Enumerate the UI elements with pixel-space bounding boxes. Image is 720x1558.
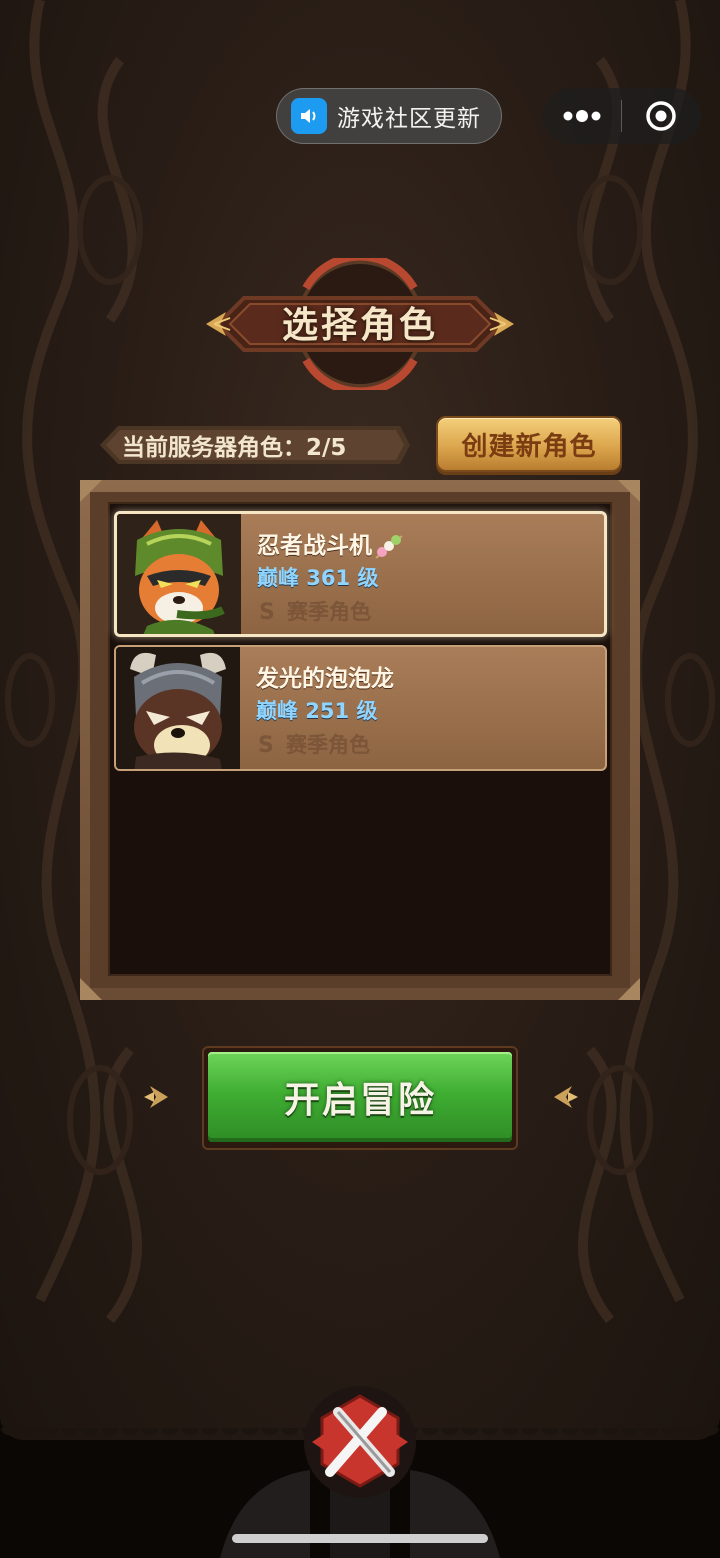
svg-text:S: S	[259, 600, 275, 623]
season-s-icon: S	[258, 733, 274, 758]
character-portrait-armored-raccoon	[116, 647, 240, 769]
server-role-count: 当前服务器角色：2/5	[122, 435, 347, 461]
speaker-icon	[291, 98, 327, 134]
character-season-tag: S 赛季角色	[258, 733, 370, 758]
mini-program-capsule	[543, 88, 701, 144]
character-level: 巅峰 251 级	[256, 699, 378, 723]
character-name: 发光的泡泡龙	[256, 666, 394, 692]
character-season-tag: S 赛季角色	[259, 600, 371, 625]
character-level: 巅峰 361 级	[257, 566, 379, 590]
season-s-icon: S	[259, 600, 275, 625]
character-portrait-fox-ninja	[117, 514, 241, 634]
character-card-glowing-bubble-dragon[interactable]: 发光的泡泡龙 巅峰 251 级 S 赛季角色	[114, 645, 607, 771]
community-update-label: 游戏社区更新	[337, 106, 481, 132]
game-screen: 游戏社区更新 选择角色 当前服务器角色：2/5 创建新角色 忍者战斗机 巅峰 3…	[0, 0, 720, 1558]
arrow-decoration-left	[144, 1086, 168, 1108]
svg-text:S: S	[258, 733, 274, 756]
character-card-ninja-fighter[interactable]: 忍者战斗机 巅峰 361 级 S 赛季角色	[114, 511, 607, 637]
arrow-decoration-right	[554, 1086, 578, 1108]
dango-icon	[375, 534, 403, 559]
home-indicator[interactable]	[232, 1534, 488, 1543]
crossed-swords-emblem-icon	[304, 1386, 416, 1498]
more-button[interactable]	[543, 88, 621, 144]
start-adventure-button[interactable]: 开启冒险	[208, 1052, 512, 1142]
create-new-character-button[interactable]: 创建新角色	[436, 416, 622, 472]
page-title: 选择角色	[281, 305, 438, 346]
target-close-icon	[646, 101, 676, 131]
close-button[interactable]	[622, 88, 700, 144]
character-name: 忍者战斗机	[257, 526, 404, 560]
more-dots-icon	[563, 110, 601, 122]
game-community-update-button[interactable]: 游戏社区更新	[276, 88, 502, 144]
